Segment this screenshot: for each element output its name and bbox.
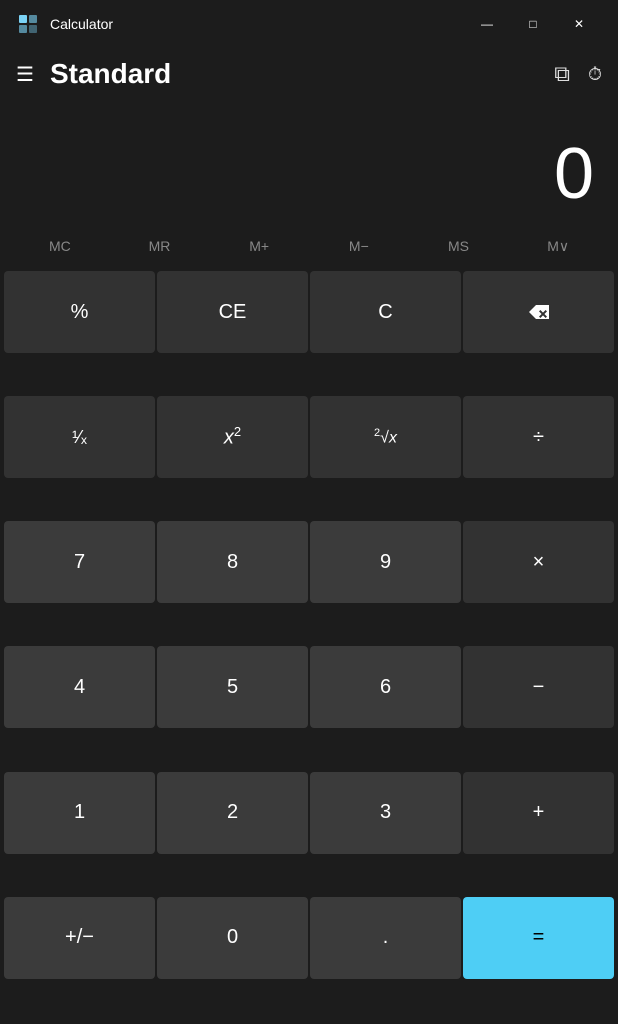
display-value: 0 (554, 138, 594, 210)
subtract-button[interactable]: − (463, 646, 614, 728)
divide-button[interactable]: ÷ (463, 396, 614, 478)
window-controls: — □ ✕ (464, 8, 602, 40)
app-icon (16, 12, 40, 36)
clear-entry-button[interactable]: CE (157, 271, 308, 353)
history-icon[interactable]: ⏱ (588, 64, 602, 85)
multiply-button[interactable]: × (463, 521, 614, 603)
percent-button[interactable]: % (4, 271, 155, 353)
menu-icon[interactable]: ☰ (16, 62, 34, 87)
nine-button[interactable]: 9 (310, 521, 461, 603)
negate-button[interactable]: +/− (4, 897, 155, 979)
minimize-button[interactable]: — (464, 8, 510, 40)
sqrt-button[interactable]: 2√x (310, 396, 461, 478)
memory-store-button[interactable]: MS (409, 230, 509, 263)
one-button[interactable]: 1 (4, 772, 155, 854)
button-grid: % CE C ¹⁄ₓ x2 2√x ÷ 7 8 9 × 4 5 6 − 1 2 (0, 269, 618, 1024)
decimal-button[interactable]: . (310, 897, 461, 979)
memory-clear-button[interactable]: MC (10, 230, 110, 263)
zero-button[interactable]: 0 (157, 897, 308, 979)
five-button[interactable]: 5 (157, 646, 308, 728)
memory-add-button[interactable]: M+ (209, 230, 309, 263)
eight-button[interactable]: 8 (157, 521, 308, 603)
memory-row: MC MR M+ M− MS M∨ (0, 224, 618, 269)
three-button[interactable]: 3 (310, 772, 461, 854)
four-button[interactable]: 4 (4, 646, 155, 728)
seven-button[interactable]: 7 (4, 521, 155, 603)
mode-title: Standard (50, 58, 554, 90)
memory-dropdown-button[interactable]: M∨ (508, 230, 608, 263)
square-button[interactable]: x2 (157, 396, 308, 478)
two-button[interactable]: 2 (157, 772, 308, 854)
equals-button[interactable]: = (463, 897, 614, 979)
window-title: Calculator (50, 16, 464, 32)
maximize-button[interactable]: □ (510, 8, 556, 40)
six-button[interactable]: 6 (310, 646, 461, 728)
display-area: 0 (0, 100, 618, 220)
title-bar: Calculator — □ ✕ (0, 0, 618, 48)
app-header: ☰ Standard ⧉ ⏱ (0, 48, 618, 100)
memory-recall-button[interactable]: MR (110, 230, 210, 263)
memory-subtract-button[interactable]: M− (309, 230, 409, 263)
close-button[interactable]: ✕ (556, 8, 602, 40)
backspace-button[interactable] (463, 271, 614, 353)
snap-icon[interactable]: ⧉ (554, 61, 570, 87)
reciprocal-button[interactable]: ¹⁄ₓ (4, 396, 155, 478)
add-button[interactable]: + (463, 772, 614, 854)
clear-button[interactable]: C (310, 271, 461, 353)
